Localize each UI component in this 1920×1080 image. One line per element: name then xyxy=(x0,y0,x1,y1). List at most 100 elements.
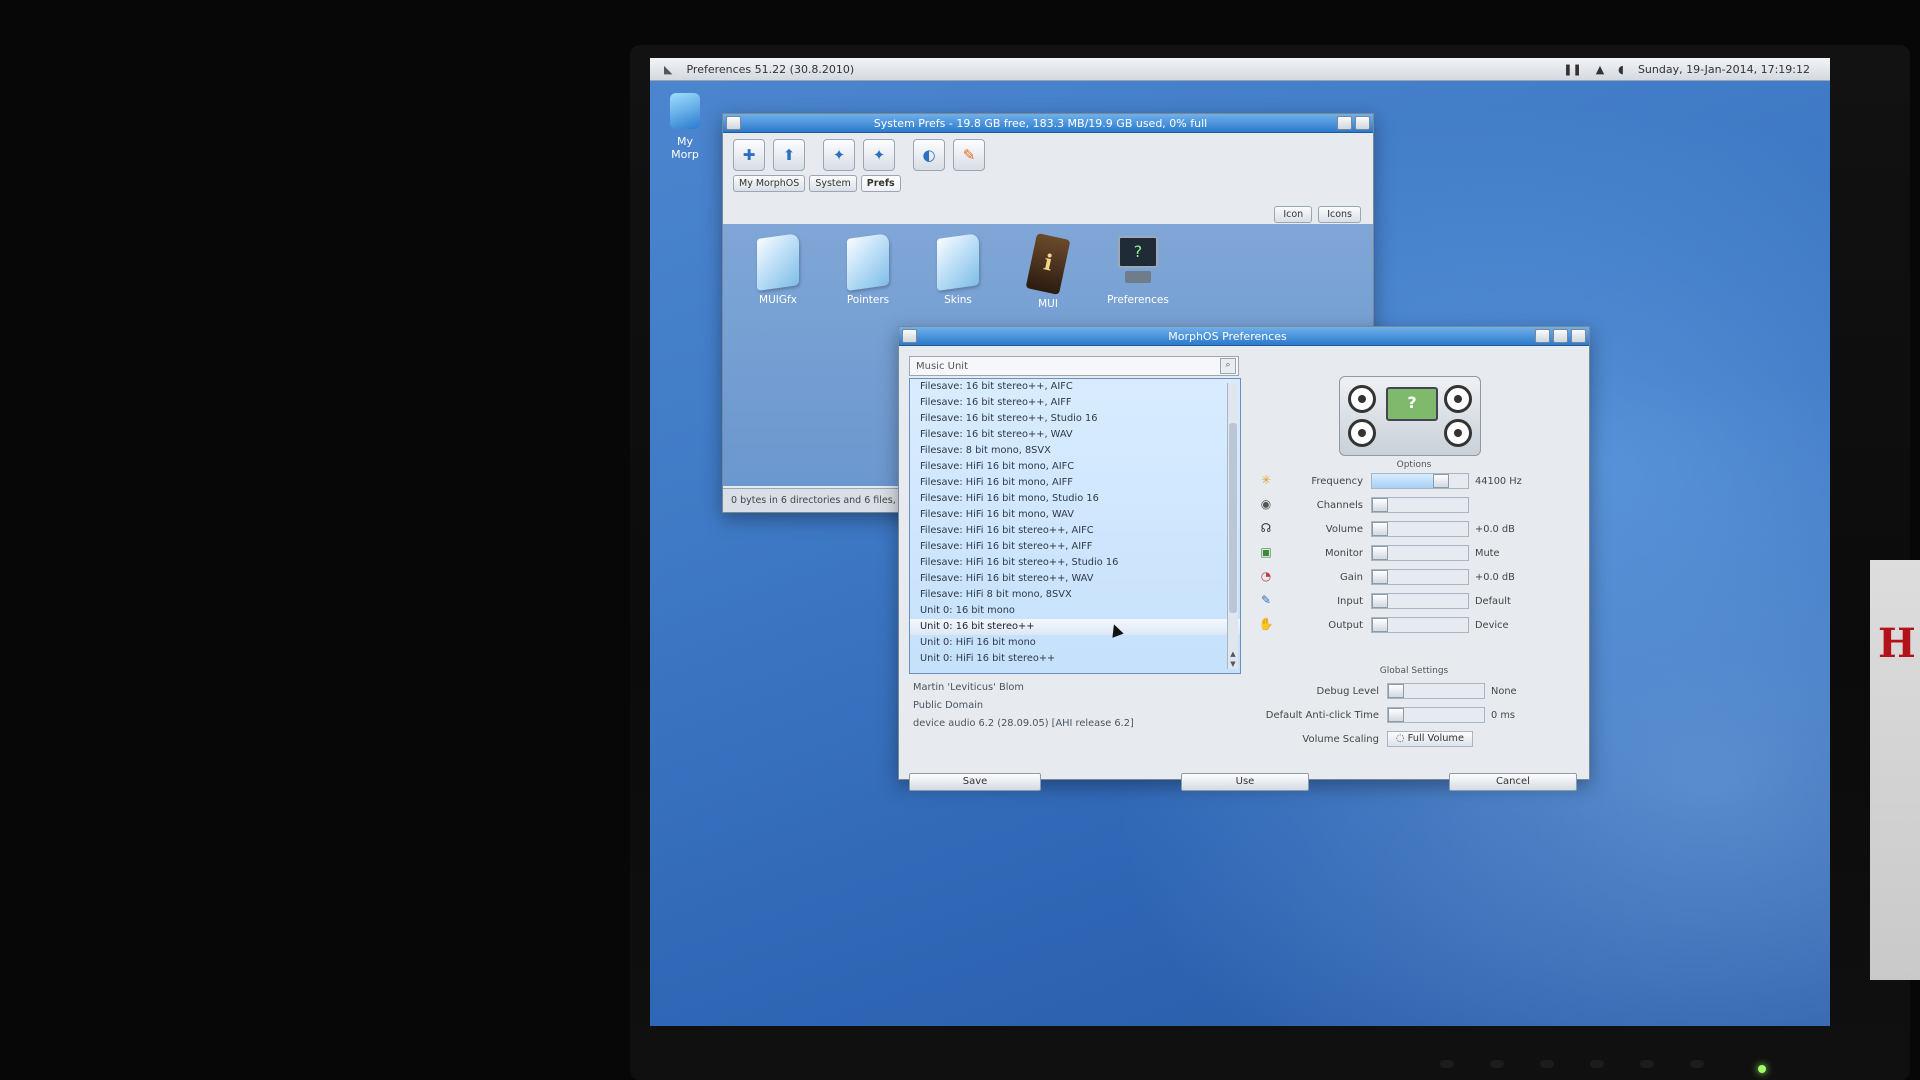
list-item[interactable]: Filesave: 16 bit stereo++, WAV xyxy=(910,427,1240,443)
list-item[interactable]: Filesave: 16 bit stereo++, Studio 16 xyxy=(910,411,1240,427)
slider-knob[interactable] xyxy=(1433,474,1449,488)
input-slider[interactable] xyxy=(1371,593,1469,609)
cancel-button[interactable]: Cancel xyxy=(1449,773,1577,791)
refresh-icon[interactable]: ✚ xyxy=(733,139,765,171)
folder-icon xyxy=(757,233,799,291)
desktop-icon-my-morphos[interactable]: My Morp xyxy=(662,93,708,161)
pause-icon[interactable]: ❚❚ xyxy=(1563,63,1581,76)
icon-mui[interactable]: ℹ MUI xyxy=(1013,233,1083,310)
list-item[interactable]: Unit 0: HiFi 16 bit stereo++ xyxy=(910,651,1240,667)
preferences-icon: ? xyxy=(1118,236,1158,288)
list-item[interactable]: Filesave: HiFi 16 bit stereo++, AIFF xyxy=(910,539,1240,555)
monitor-slider[interactable] xyxy=(1371,545,1469,561)
save-button[interactable]: Save xyxy=(909,773,1041,791)
icon-skins[interactable]: Skins xyxy=(923,233,993,306)
forward-icon[interactable]: ✦ xyxy=(863,139,895,171)
global-settings-title: Global Settings xyxy=(1379,666,1449,676)
option-row-gain: ◔ Gain +0.0 dB xyxy=(1249,566,1579,588)
frequency-slider[interactable] xyxy=(1371,473,1469,489)
slider-knob[interactable] xyxy=(1372,594,1388,608)
output-slider[interactable] xyxy=(1371,617,1469,633)
folder-icon xyxy=(847,233,889,291)
depth-button[interactable] xyxy=(1355,116,1370,130)
slider-knob[interactable] xyxy=(1388,708,1404,722)
option-value: Mute xyxy=(1475,547,1500,559)
slider-knob[interactable] xyxy=(1372,618,1388,632)
volume-icon[interactable]: ◖ xyxy=(1618,63,1624,76)
icon-preferences[interactable]: ? Preferences xyxy=(1103,236,1173,306)
option-label: Gain xyxy=(1340,571,1363,583)
list-item[interactable]: Filesave: HiFi 16 bit mono, WAV xyxy=(910,507,1240,523)
close-button[interactable] xyxy=(726,116,741,130)
headphones-icon: ☊ xyxy=(1260,521,1272,535)
view-icons-button[interactable]: Icons xyxy=(1318,206,1361,223)
list-item[interactable]: Filesave: HiFi 16 bit mono, AIFC xyxy=(910,459,1240,475)
lcd-display: ? xyxy=(1386,387,1438,421)
morphos-menu-icon[interactable]: ◣ xyxy=(664,63,672,76)
zoom-button[interactable] xyxy=(1553,329,1568,343)
list-item[interactable]: Unit 0: 16 bit mono xyxy=(910,603,1240,619)
list-item[interactable]: Filesave: HiFi 16 bit stereo++, AIFC xyxy=(910,523,1240,539)
option-label: Volume xyxy=(1325,523,1363,535)
desktop-icon-label: My Morp xyxy=(671,135,699,161)
option-row-volume: ☊ Volume +0.0 dB xyxy=(1249,518,1579,540)
options-group: Options ✳ Frequency 44100 Hz ◉ Channels ☊ Volu… xyxy=(1249,460,1579,652)
list-item[interactable]: Unit 0: HiFi 16 bit mono xyxy=(910,635,1240,651)
driver-author: Martin 'Leviticus' Blom xyxy=(913,682,1024,693)
scroll-down-icon[interactable]: ▼ xyxy=(1228,659,1238,669)
use-button[interactable]: Use xyxy=(1181,773,1309,791)
options-title: Options xyxy=(1396,460,1432,470)
slider-knob[interactable] xyxy=(1372,546,1388,560)
list-item[interactable]: Filesave: HiFi 16 bit stereo++, WAV xyxy=(910,571,1240,587)
monitor-button xyxy=(1690,1060,1704,1068)
list-header[interactable]: Music Unit ⌕ xyxy=(909,356,1239,376)
path-my-morphos[interactable]: My MorphOS xyxy=(733,175,806,192)
system-prefs-titlebar[interactable]: System Prefs - 19.8 GB free, 183.3 MB/19… xyxy=(723,114,1373,133)
edit-icon[interactable]: ✎ xyxy=(953,139,985,171)
list-item[interactable]: Filesave: HiFi 16 bit stereo++, Studio 1… xyxy=(910,555,1240,571)
slider-knob[interactable] xyxy=(1372,498,1388,512)
icon-muigfx[interactable]: MUIGfx xyxy=(743,233,813,306)
list-scrollbar[interactable]: ▲ ▼ xyxy=(1227,383,1238,669)
music-unit-list[interactable]: Filesave: 16 bit stereo++, AIFC Filesave:… xyxy=(909,378,1241,674)
back-icon[interactable]: ✦ xyxy=(823,139,855,171)
icon-label: MUI xyxy=(1038,298,1058,310)
list-item[interactable]: Filesave: HiFi 8 bit mono, 8SVX xyxy=(910,587,1240,603)
eject-icon[interactable]: ▲ xyxy=(1596,63,1604,76)
debug-level-label: Debug Level xyxy=(1316,685,1379,697)
breadcrumb: My MorphOS System Prefs xyxy=(723,175,1373,192)
gain-slider[interactable] xyxy=(1371,569,1469,585)
volume-slider[interactable] xyxy=(1371,521,1469,537)
scrollbar-thumb[interactable] xyxy=(1229,423,1237,613)
view-icon-button[interactable]: Icon xyxy=(1274,206,1313,223)
option-row-channels: ◉ Channels xyxy=(1249,494,1579,516)
close-button[interactable] xyxy=(902,329,917,343)
icon-label: MUIGfx xyxy=(759,294,797,306)
scroll-up-icon[interactable]: ▲ xyxy=(1228,649,1238,659)
zoom-button[interactable] xyxy=(1337,116,1352,130)
slider-knob[interactable] xyxy=(1372,522,1388,536)
list-item[interactable]: Filesave: 8 bit mono, 8SVX xyxy=(910,443,1240,459)
path-prefs[interactable]: Prefs xyxy=(860,175,901,192)
list-item[interactable]: Filesave: 16 bit stereo++, AIFC xyxy=(910,379,1240,395)
view-buttons: Icon Icons xyxy=(1274,206,1361,223)
search-icon[interactable]: ⌕ xyxy=(1220,358,1236,374)
list-item[interactable]: Unit 0: 16 bit stereo++ xyxy=(910,619,1240,635)
list-item[interactable]: Filesave: HiFi 16 bit mono, AIFF xyxy=(910,475,1240,491)
icon-pointers[interactable]: Pointers xyxy=(833,233,903,306)
preferences-titlebar[interactable]: MorphOS Preferences xyxy=(899,327,1589,346)
slider-knob[interactable] xyxy=(1388,684,1404,698)
list-item[interactable]: Filesave: HiFi 16 bit mono, Studio 16 xyxy=(910,491,1240,507)
path-system[interactable]: System xyxy=(809,175,857,192)
list-item[interactable]: Filesave: 16 bit stereo++, AIFF xyxy=(910,395,1240,411)
iconify-button[interactable] xyxy=(1535,329,1550,343)
volume-scaling-cycle[interactable]: ◌ Full Volume xyxy=(1387,731,1473,747)
channels-slider[interactable] xyxy=(1371,497,1469,513)
debug-level-slider[interactable] xyxy=(1387,683,1485,699)
parent-arrow-icon[interactable]: ⬆ xyxy=(773,139,805,171)
info-icon[interactable]: ◐ xyxy=(913,139,945,171)
depth-button[interactable] xyxy=(1571,329,1586,343)
screen: ◣ Preferences 51.22 (30.8.2010) ❚❚ ▲ ◖ Su… xyxy=(650,58,1830,1026)
anticlick-slider[interactable] xyxy=(1387,707,1485,723)
slider-knob[interactable] xyxy=(1372,570,1388,584)
